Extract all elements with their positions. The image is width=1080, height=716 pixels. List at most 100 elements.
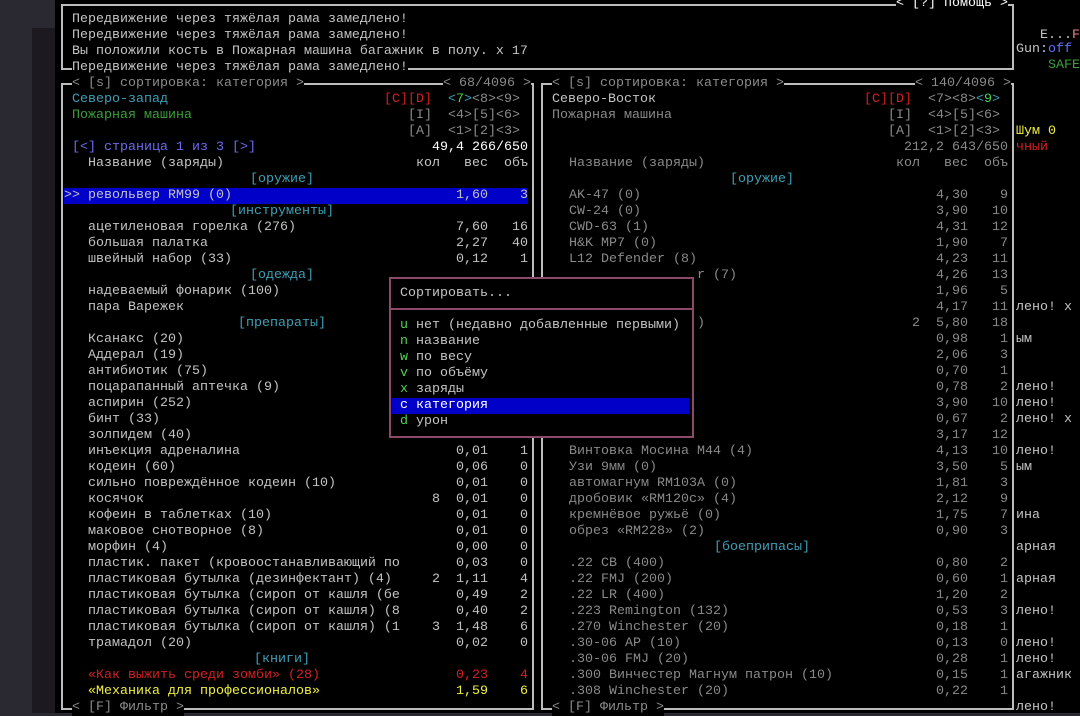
inventory-item[interactable]: H&K MP7 (0) — [569, 236, 657, 252]
inventory-item[interactable]: антибиотик (75) — [88, 364, 208, 380]
inventory-item[interactable]: .22 FMJ (200) — [569, 572, 673, 588]
direction-selector[interactable]: <4>[5]<6> — [448, 108, 520, 124]
item-weight: 2,27 — [456, 236, 488, 251]
inventory-item[interactable]: .300 Винчестер Магнум патрон (10) — [569, 668, 833, 684]
column-volume[interactable]: объ — [504, 156, 528, 172]
inventory-item[interactable]: швейный набор (33) — [88, 252, 232, 268]
column-volume[interactable]: объ — [984, 156, 1008, 172]
inventory-item[interactable]: поцарапанный аптечка (9) — [88, 380, 280, 396]
inventory-item[interactable]: «Механика для профессионалов» — [88, 684, 320, 700]
weight-volume-totals: 49,4 266/650 — [432, 140, 528, 155]
inventory-key[interactable]: [I] — [408, 108, 432, 124]
inventory-item[interactable]: Узи 9мм (0) — [569, 460, 657, 476]
sort-option-u[interactable]: u нет (недавно добавленные первыми) — [400, 318, 685, 334]
item-weight: 0,67 — [936, 412, 968, 427]
filter-button[interactable]: < [F] Фильтр > — [72, 700, 184, 716]
column-weight[interactable]: вес — [464, 156, 488, 172]
inventory-item[interactable]: Ксанакс (20) — [88, 332, 184, 348]
inventory-item[interactable]: трамадол (20) — [88, 636, 192, 652]
item-volume: 16 — [512, 220, 528, 235]
direction-selector[interactable]: 7 — [456, 92, 464, 108]
item-weight: 0,01 — [456, 444, 488, 459]
direction-selector[interactable]: <7><8> — [928, 92, 976, 108]
all-key[interactable]: [A] — [408, 124, 432, 140]
column-qty[interactable]: кол — [416, 156, 440, 172]
direction-selector[interactable]: > — [992, 92, 1000, 108]
sort-button[interactable]: < [s] сортировка: категория > — [552, 76, 784, 92]
inventory-item[interactable]: кодеин (60) — [88, 460, 176, 476]
sort-option-n[interactable]: n название — [400, 334, 685, 350]
column-qty[interactable]: кол — [896, 156, 920, 172]
hotkey: w — [400, 350, 408, 365]
inventory-item[interactable]: золпидем (40) — [88, 428, 192, 444]
inventory-item[interactable]: пара Варежек — [88, 300, 184, 316]
inventory-item[interactable]: пластиковая бутылка (сироп от кашля (бе — [88, 588, 400, 604]
inventory-item[interactable]: Аддерал (19) — [88, 348, 184, 364]
inventory-item[interactable]: «Как выжить среди зомби» (28) — [88, 668, 320, 684]
inventory-item[interactable]: аспирин (252) — [88, 396, 192, 412]
inventory-item[interactable]: кофеин в таблетках (10) — [88, 508, 272, 524]
inventory-item[interactable]: пластиковая бутылка (сироп от кашля) (8 — [88, 604, 400, 620]
column-weight[interactable]: вес — [944, 156, 968, 172]
category-header: [инструменты] — [230, 204, 334, 219]
item-weight: 0,02 — [456, 636, 488, 651]
filter-button[interactable]: < [F] Фильтр > — [552, 700, 664, 716]
sort-option-v[interactable]: v по объёму — [400, 366, 685, 382]
inventory-item[interactable]: .308 Winchester (20) — [569, 684, 729, 700]
help-button[interactable]: < [?] помощь > — [896, 0, 1008, 12]
direction-selector[interactable]: < — [448, 92, 456, 108]
inventory-item[interactable]: надеваемый фонарик (100) — [88, 284, 280, 300]
inventory-item[interactable]: CW-24 (0) — [569, 204, 641, 220]
sort-option-w[interactable]: w по весу — [400, 350, 685, 366]
direction-selector[interactable]: <1>[2]<3> — [928, 124, 1000, 140]
message-line: Передвижение через тяжёлая рама замедлен… — [72, 28, 408, 43]
inventory-item[interactable]: морфин (4) — [88, 540, 168, 556]
direction-selector[interactable]: 9 — [984, 92, 992, 108]
inventory-item[interactable]: .22 LR (400) — [569, 588, 665, 604]
inventory-item[interactable]: Винтовка Мосина М44 (4) — [569, 444, 753, 460]
inventory-item[interactable]: бинт (33) — [88, 412, 160, 428]
direction-selector[interactable]: <1>[2]<3> — [448, 124, 520, 140]
column-name[interactable]: Название (заряды) — [88, 156, 224, 172]
inventory-item[interactable]: дробовик «RM120c» (4) — [569, 492, 737, 508]
all-key[interactable]: [A] — [888, 124, 912, 140]
inventory-item[interactable]: .270 Winchester (20) — [569, 620, 729, 636]
column-name[interactable]: Название (заряды) — [569, 156, 705, 172]
inventory-key[interactable]: [I] — [888, 108, 912, 124]
inventory-item[interactable]: инъекция адреналина — [88, 444, 240, 460]
inventory-item[interactable]: r (7) — [697, 268, 737, 284]
sort-button[interactable]: < [s] сортировка: категория > — [72, 76, 304, 92]
inventory-item[interactable]: автомагнум RM103A (0) — [569, 476, 737, 492]
inventory-item[interactable]: CWD-63 (1) — [569, 220, 649, 236]
inventory-item[interactable]: пластик. пакет (кровоостанавливающий по — [88, 556, 400, 572]
container-keys[interactable]: [C][D] — [384, 92, 432, 108]
weight-volume-totals: 212,2 643/650 — [904, 140, 1008, 155]
sort-option-c[interactable]: c категория — [400, 398, 685, 414]
direction-selector[interactable]: < — [976, 92, 984, 108]
item-volume: 0 — [520, 636, 528, 651]
sort-option-x[interactable]: x заряды — [400, 382, 685, 398]
direction-selector[interactable]: > — [464, 92, 472, 108]
direction-selector[interactable]: <8><9> — [472, 92, 520, 108]
inventory-item[interactable]: пластиковая бутылка (сироп от кашля) (1 — [88, 620, 400, 636]
inventory-item[interactable]: ацетиленовая горелка (276) — [88, 220, 296, 236]
inventory-item[interactable]: косячок — [88, 492, 144, 508]
inventory-item[interactable]: кремнёвое ружьё (0) — [569, 508, 721, 524]
inventory-item[interactable]: револьвер RM99 (0) — [88, 188, 232, 204]
inventory-item[interactable]: ) — [697, 316, 705, 332]
inventory-item[interactable]: .30-06 FMJ (20) — [569, 652, 689, 668]
inventory-item[interactable]: маковое снотворное (8) — [88, 524, 264, 540]
inventory-item[interactable]: большая палатка — [88, 236, 208, 252]
inventory-item[interactable]: .223 Remington (132) — [569, 604, 729, 620]
inventory-item[interactable]: сильно повреждённое кодеин (10) — [88, 476, 336, 492]
inventory-item[interactable]: .30-06 AP (10) — [569, 636, 681, 652]
page-navigation[interactable]: [<] страница 1 из 3 [>] — [72, 140, 256, 156]
direction-selector[interactable]: <4>[5]<6> — [928, 108, 1000, 124]
inventory-item[interactable]: обрез «RM228» (2) — [569, 524, 705, 540]
sort-option-d[interactable]: d урон — [400, 414, 685, 430]
inventory-item[interactable]: AK-47 (0) — [569, 188, 641, 204]
inventory-item[interactable]: пластиковая бутылка (дезинфектант) (4) — [88, 572, 392, 588]
inventory-item[interactable]: L12 Defender (8) — [569, 252, 697, 268]
container-keys[interactable]: [C][D] — [864, 92, 912, 108]
inventory-item[interactable]: .22 CB (400) — [569, 556, 665, 572]
